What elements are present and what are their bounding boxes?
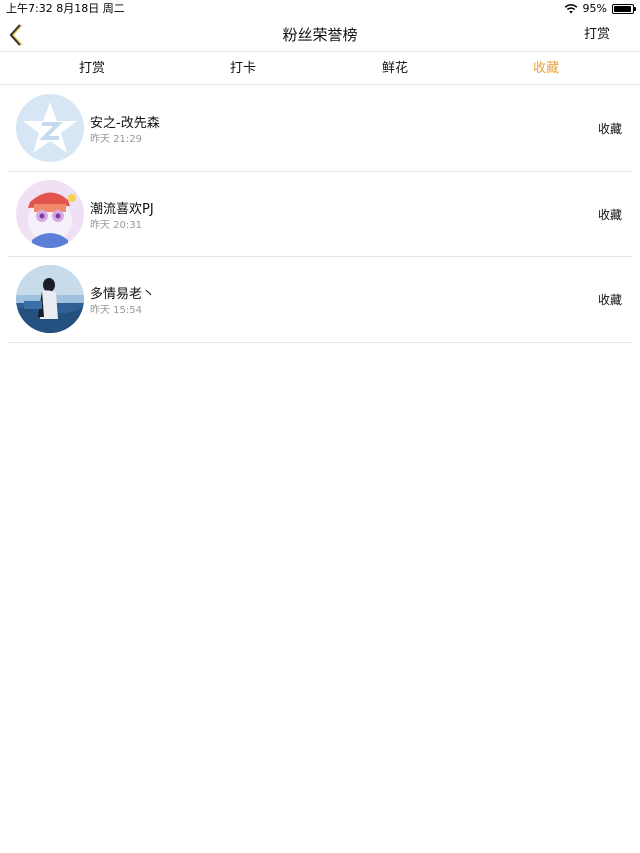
status-indicators: 95% — [564, 0, 636, 18]
cartoon-avatar — [16, 179, 84, 248]
wifi-icon — [564, 4, 577, 14]
fan-list: 安之-改先森 昨天 21:29 收藏 潮流喜欢PJ 昨天 20:31 收藏 多情… — [0, 86, 640, 343]
tab-reward[interactable]: 打赏 — [52, 53, 132, 85]
user-name: 安之-改先森 — [90, 116, 160, 131]
battery-percentage: 95% — [582, 2, 607, 15]
favorite-label: 收藏 — [597, 293, 622, 307]
page-title: 粉丝荣誉榜 — [282, 26, 358, 44]
status-bar: 上午7:32 8月18日 周二 95% — [0, 0, 640, 18]
tab-flowers[interactable]: 鲜花 — [355, 53, 435, 85]
nav-bar: 粉丝荣誉榜 打赏 — [0, 18, 640, 52]
timestamp: 昨天 20:31 — [90, 219, 142, 231]
tab-bar: 打赏 打卡 鲜花 收藏 — [0, 53, 640, 85]
user-name: 潮流喜欢PJ — [90, 201, 154, 217]
timestamp: 昨天 15:54 — [90, 305, 142, 316]
user-name: 多情易老丶 — [90, 287, 156, 302]
list-item[interactable]: 潮流喜欢PJ 昨天 20:31 收藏 — [8, 172, 632, 257]
timestamp: 昨天 21:29 — [90, 134, 142, 145]
list-item[interactable]: 多情易老丶 昨天 15:54 收藏 — [8, 257, 632, 343]
tab-favorites[interactable]: 收藏 — [506, 53, 586, 85]
list-item[interactable]: 安之-改先森 昨天 21:29 收藏 — [8, 86, 632, 172]
photo-avatar — [16, 265, 84, 333]
favorite-label: 收藏 — [597, 122, 622, 136]
qq-logo-avatar — [16, 94, 84, 162]
battery-icon — [612, 4, 636, 14]
battery-fill — [614, 6, 632, 12]
status-time-date: 上午7:32 8月18日 周二 — [6, 2, 125, 15]
favorite-label: 收藏 — [597, 207, 622, 222]
reward-button[interactable]: 打赏 — [584, 18, 610, 52]
tab-checkin[interactable]: 打卡 — [203, 53, 283, 85]
